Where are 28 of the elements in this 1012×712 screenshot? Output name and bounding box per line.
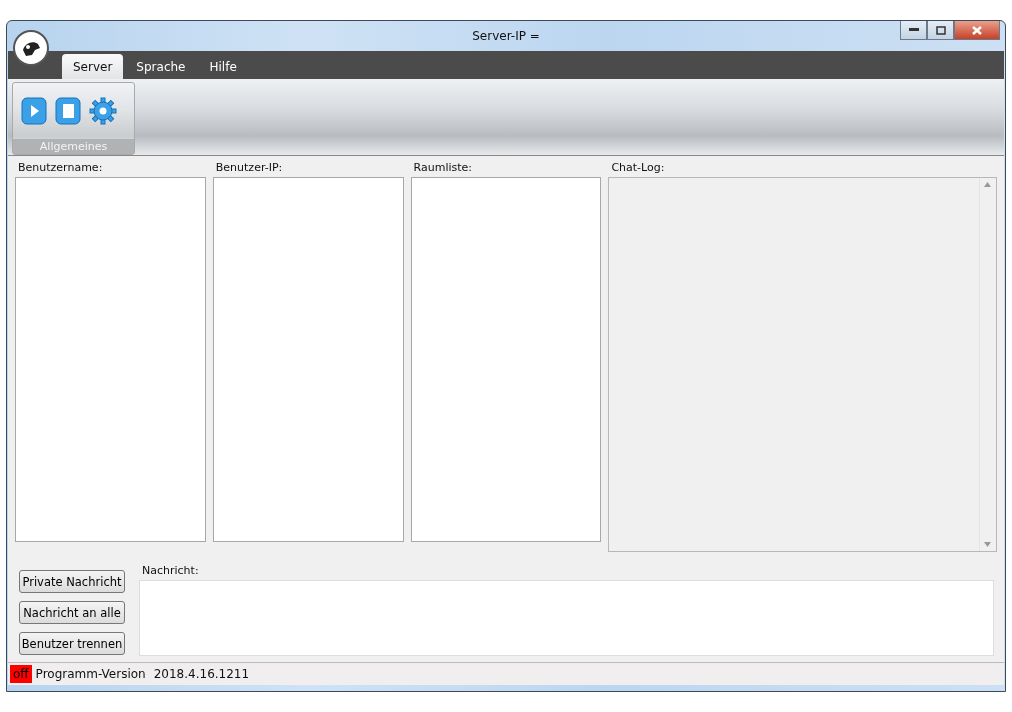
close-button[interactable] <box>954 21 1000 40</box>
minimize-icon <box>908 28 919 32</box>
status-indicator: off <box>10 665 32 683</box>
column-label: Chat-Log: <box>610 161 666 174</box>
column-label: Benutzername: <box>17 161 104 174</box>
scroll-up-icon[interactable] <box>984 182 992 187</box>
minimize-button[interactable] <box>900 21 927 40</box>
maximize-button[interactable] <box>927 21 954 40</box>
menu-tab[interactable]: Server <box>62 54 124 79</box>
group-label: Allgemeines <box>13 139 134 154</box>
close-icon <box>972 25 982 35</box>
column-label: Benutzer-IP: <box>214 161 284 174</box>
action-button[interactable]: Private Nachricht <box>19 570 125 593</box>
action-button[interactable]: Benutzer trennen <box>19 632 125 655</box>
message-label: Nachricht: <box>141 564 200 577</box>
stop-icon[interactable] <box>55 97 81 125</box>
settings-icon[interactable] <box>89 97 117 125</box>
menu-tab[interactable]: Hilfe <box>198 54 248 79</box>
maximize-icon <box>935 25 946 35</box>
message-field[interactable] <box>139 580 994 656</box>
play-icon[interactable] <box>21 97 47 125</box>
menu-tab[interactable]: Sprache <box>125 54 197 79</box>
version-number: 2018.4.16.1211 <box>153 667 250 681</box>
action-button[interactable]: Nachricht an alle <box>19 601 125 624</box>
version-label: Programm-Version <box>35 667 146 681</box>
scroll-down-icon[interactable] <box>984 542 992 547</box>
column-label: Raumliste: <box>412 161 474 174</box>
window-title: Server-IP = <box>472 29 540 43</box>
